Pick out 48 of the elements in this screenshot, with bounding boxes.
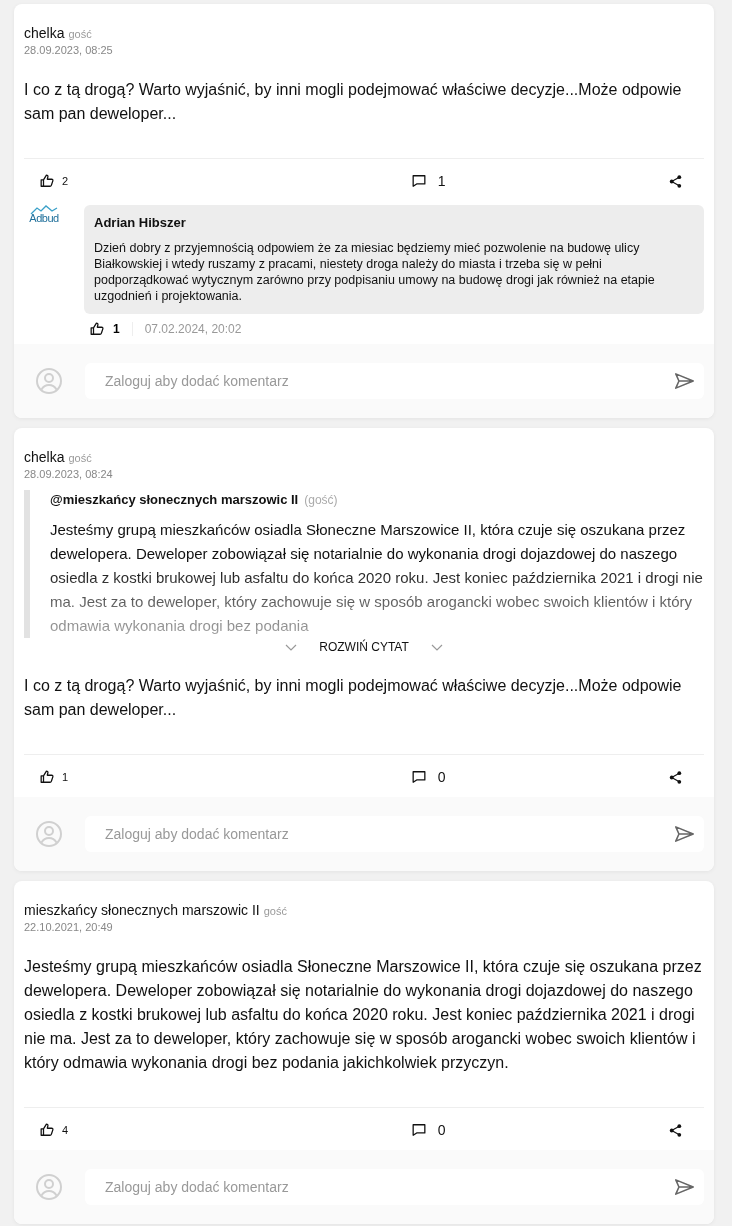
reply-author: Adrian Hibszer — [94, 215, 187, 230]
thumbs-up-icon — [40, 770, 54, 784]
thumbs-up-icon — [40, 174, 54, 188]
like-button[interactable]: 1 — [90, 322, 133, 336]
comments-button[interactable]: 0 — [411, 1122, 446, 1138]
user-avatar-icon — [36, 1174, 62, 1200]
comment-text: I co z tą drogą? Warto wyjaśnić, by inni mogli podejmować właściwe decyzje...Może odpowie sam pan deweloper... — [23, 676, 683, 720]
guest-label: gość — [263, 905, 287, 917]
thumbs-up-icon — [40, 1123, 54, 1137]
share-icon[interactable] — [669, 1123, 682, 1137]
expand-quote-button[interactable]: ROZWIŃ CYTAT — [285, 640, 443, 654]
share-icon[interactable] — [669, 174, 682, 188]
company-logo: Adbud — [24, 205, 64, 336]
like-button[interactable]: 4 — [40, 1123, 69, 1137]
comment-icon — [411, 770, 426, 784]
user-avatar-icon — [36, 368, 62, 394]
comment-input-field[interactable]: Zaloguj aby dodać komentarz — [85, 363, 704, 399]
guest-label: gość — [68, 452, 92, 464]
comment-input-field[interactable]: Zaloguj aby dodać komentarz — [85, 816, 704, 852]
share-icon[interactable] — [669, 770, 682, 784]
reply-date: 07.02.2024, 20:02 — [144, 322, 242, 336]
chevron-down-icon — [430, 643, 443, 651]
guest-label: gość — [68, 28, 92, 40]
reply-text: Dzień dobry z przyjemnością odpowiem że za miesiac będziemy mieć pozwolenie na budowę ulicy Białkowskiej i wtedy ruszamy z pracami, niestety droga należy do miasta i trzeba się w pełni podporządkować wytycznym zarówno przy podpisaniu umowy na budowę drogi jak również na etapie uzgodnień i projektowania. — [94, 240, 656, 304]
comment-text: I co z tą drogą? Warto wyjaśnić, by inni mogli podejmować właściwe decyzje...Może odpowie sam pan deweloper... — [23, 80, 683, 124]
like-button[interactable]: 1 — [40, 770, 69, 784]
comments-button[interactable]: 1 — [411, 173, 446, 189]
user-avatar-icon — [36, 821, 62, 847]
comment-date: 28.09.2023, 08:24 — [24, 468, 114, 480]
thumbs-up-icon — [90, 322, 104, 336]
comment-icon — [411, 1123, 426, 1137]
chevron-down-icon — [285, 643, 298, 651]
comment-author: chelka — [24, 449, 65, 465]
like-button[interactable]: 2 — [40, 174, 69, 188]
comment-text: Jesteśmy grupą mieszkańców osiadla Słoneczne Marszowice II, która czuje się oszukana przez dewelopera. Deweloper zobowiązał się notarialnie do wykonania drogi dojazdowej do naszego osiedla z kostki brukowej lub asfaltu do końca 2020 roku. Jest koniec października 2021 i drogi nie ma. Jest za to deweloper, który zachowuje się w sposób arogancki wobec swoich klientów i który odmawia wykonania drogi bez podania jakichkolwiek przyczyn. — [23, 957, 703, 1073]
comment-author: chelka — [24, 25, 65, 41]
comment-icon — [411, 174, 426, 188]
comment-date: 22.10.2021, 20:49 — [24, 921, 114, 933]
comment-date: 28.09.2023, 08:25 — [24, 44, 114, 56]
guest-label: (gość) — [304, 493, 338, 507]
comment-author: mieszkańcy słonecznych marszowic II — [24, 902, 260, 918]
comment-input-field[interactable]: Zaloguj aby dodać komentarz — [85, 1169, 704, 1205]
send-icon[interactable] — [675, 826, 694, 842]
send-icon[interactable] — [675, 373, 694, 389]
send-icon[interactable] — [675, 1179, 694, 1195]
quote-author: @mieszkańcy słonecznych marszowic II — [50, 492, 299, 507]
quote-text: Jesteśmy grupą mieszkańców osiadla Słoneczne Marszowice II, która czuje się oszukana przez dewelopera. Deweloper zobowiązał się notarialnie do wykonania drogi dojazdowej do naszego osiedla z kostki brukowej lub asfaltu do końca 2020 roku. Jest koniec października 2021 i drogi nie ma. Jest za to deweloper, który zachowuje się w sposób arogancki wobec swoich klientów i który odmawia wykonania drogi bez podania — [50, 520, 704, 636]
comments-button[interactable]: 0 — [411, 769, 446, 785]
